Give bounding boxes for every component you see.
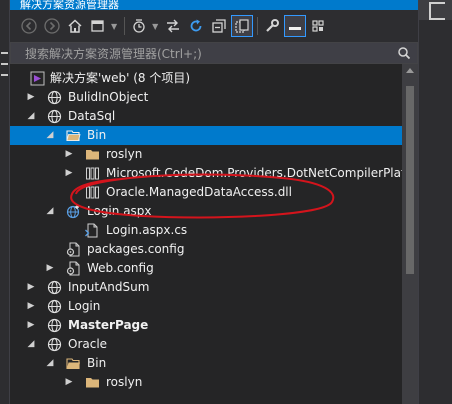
tree-item-label: Bin (87, 356, 107, 370)
tree-item-web-config[interactable]: ▶ Web.config (10, 259, 402, 278)
tree-item-solution[interactable]: 解决方案'web' (8 个项目) (10, 69, 402, 88)
solution-tree: 解决方案'web' (8 个项目) ▶ BulidInObject ◢ Data… (10, 64, 402, 404)
sync-with-active-document-icon[interactable] (162, 15, 184, 37)
expand-icon[interactable]: ▶ (64, 149, 74, 159)
tree-item-roslyn[interactable]: ▶ roslyn (10, 145, 402, 164)
settings-icon[interactable] (307, 15, 329, 37)
dll-icon (86, 167, 99, 180)
folder-icon (86, 378, 99, 388)
tree-item-bin[interactable]: ◢ Bin (10, 126, 402, 145)
tree-item-label: packages.config (87, 242, 185, 256)
pending-changes-filter-icon[interactable] (128, 15, 150, 37)
switch-views-icon[interactable] (87, 15, 109, 37)
tree-item-oracle-dll[interactable]: Oracle.ManagedDataAccess.dll (10, 183, 402, 202)
collapse-icon[interactable]: ◢ (26, 111, 36, 121)
config-file-icon (66, 242, 80, 257)
preview-selected-items-icon[interactable] (284, 15, 307, 37)
tree-item-label: Microsoft.CodeDom.Providers.DotNetCompil… (106, 166, 402, 180)
search-solution-explorer-input[interactable]: 搜索解决方案资源管理器(Ctrl+;) (10, 42, 418, 64)
left-edge-strip (0, 0, 10, 404)
tree-item-bulidinobject[interactable]: ▶ BulidInObject (10, 88, 402, 107)
solution-explorer-toolbar: ▼ ▼ (10, 10, 418, 42)
web-project-icon (47, 337, 62, 352)
tree-item-codedom-dll[interactable]: ▶ Microsoft.CodeDom.Providers.DotNetComp… (10, 164, 402, 183)
folder-icon (86, 150, 99, 160)
expand-icon[interactable]: ▶ (26, 282, 36, 292)
tree-item-label: Oracle (68, 337, 108, 351)
chevron-down-icon[interactable]: ▼ (152, 22, 158, 31)
cs-file-icon (85, 223, 98, 238)
tree-item-inputandsum[interactable]: ▶ InputAndSum (10, 278, 402, 297)
toolbar-separator (257, 17, 259, 35)
tree-item-label: Bin (87, 128, 107, 142)
vertical-scrollbar[interactable] (402, 64, 418, 404)
tree-item-oracle[interactable]: ◢ Oracle (10, 335, 402, 354)
expand-icon[interactable]: ▶ (64, 168, 74, 178)
expand-icon[interactable]: ▶ (26, 92, 36, 102)
home-icon[interactable] (64, 15, 86, 37)
tree-item-label: Login (68, 299, 101, 313)
strip-mark (1, 63, 8, 65)
scrollbar-thumb[interactable] (406, 86, 414, 274)
web-project-icon (47, 280, 62, 295)
tree-item-label: 解决方案'web' (8 个项目) (50, 71, 191, 85)
toolbar-separator (124, 17, 126, 35)
collapse-icon[interactable]: ◢ (45, 130, 55, 140)
collapse-icon[interactable]: ◢ (45, 358, 55, 368)
tree-item-login-aspx[interactable]: ◢ Login.aspx (10, 202, 402, 221)
tree-item-masterpage[interactable]: ▶ MasterPage (10, 316, 402, 335)
tree-item-login-aspx-cs[interactable]: Login.aspx.cs (10, 221, 402, 240)
folder-open-icon (66, 130, 81, 142)
aspx-icon (66, 205, 80, 219)
tree-item-datasql[interactable]: ◢ DataSql (10, 107, 402, 126)
show-all-files-icon[interactable] (231, 15, 254, 37)
tree-item-label: Web.config (87, 261, 154, 275)
adjacent-panel-header (419, 0, 452, 20)
tree-item-oracle-bin[interactable]: ◢ Bin (10, 354, 402, 373)
scroll-up-icon[interactable] (406, 68, 414, 73)
tree-item-packages-config[interactable]: packages.config (10, 240, 402, 259)
tree-item-label: InputAndSum (68, 280, 150, 294)
tree-item-label: Login.aspx.cs (106, 223, 188, 237)
tree-item-label: BulidInObject (68, 90, 149, 104)
web-project-icon (47, 318, 62, 333)
collapse-icon[interactable]: ◢ (26, 339, 36, 349)
tree-item-login[interactable]: ▶ Login (10, 297, 402, 316)
config-file-icon (66, 261, 80, 276)
web-project-icon (47, 299, 62, 314)
window-title: 解决方案资源管理器 (20, 0, 119, 10)
adjacent-panel-edge (418, 0, 452, 404)
tree-item-label: Oracle.ManagedDataAccess.dll (106, 185, 292, 199)
expand-icon[interactable]: ▶ (45, 263, 55, 273)
expand-icon[interactable]: ▶ (26, 301, 36, 311)
folder-open-icon (66, 358, 80, 370)
tree-item-label: roslyn (106, 375, 143, 389)
refresh-icon[interactable] (185, 15, 207, 37)
web-project-icon (47, 90, 62, 105)
tree-item-label: roslyn (106, 147, 143, 161)
search-placeholder: 搜索解决方案资源管理器(Ctrl+;) (25, 46, 202, 61)
tree-item-label: MasterPage (68, 318, 149, 332)
window-title-bar[interactable]: 解决方案资源管理器 (10, 0, 418, 10)
tree-item-label: DataSql (68, 109, 116, 123)
back-icon[interactable] (18, 15, 40, 37)
dll-icon (86, 186, 99, 199)
strip-mark (1, 74, 8, 76)
properties-icon[interactable] (261, 15, 283, 37)
tree-item-label: Login.aspx (87, 204, 152, 218)
chevron-down-icon[interactable]: ▼ (111, 22, 117, 31)
web-project-icon (47, 109, 62, 124)
forward-icon[interactable] (41, 15, 63, 37)
collapse-all-icon[interactable] (208, 15, 230, 37)
collapse-icon[interactable]: ◢ (45, 206, 55, 216)
solution-icon (30, 71, 45, 86)
tree-item-oracle-roslyn[interactable]: ▶ roslyn (10, 373, 402, 392)
strip-mark (1, 52, 8, 54)
expand-icon[interactable]: ▶ (26, 320, 36, 330)
search-icon[interactable] (397, 46, 411, 60)
expand-icon[interactable]: ▶ (64, 377, 74, 387)
